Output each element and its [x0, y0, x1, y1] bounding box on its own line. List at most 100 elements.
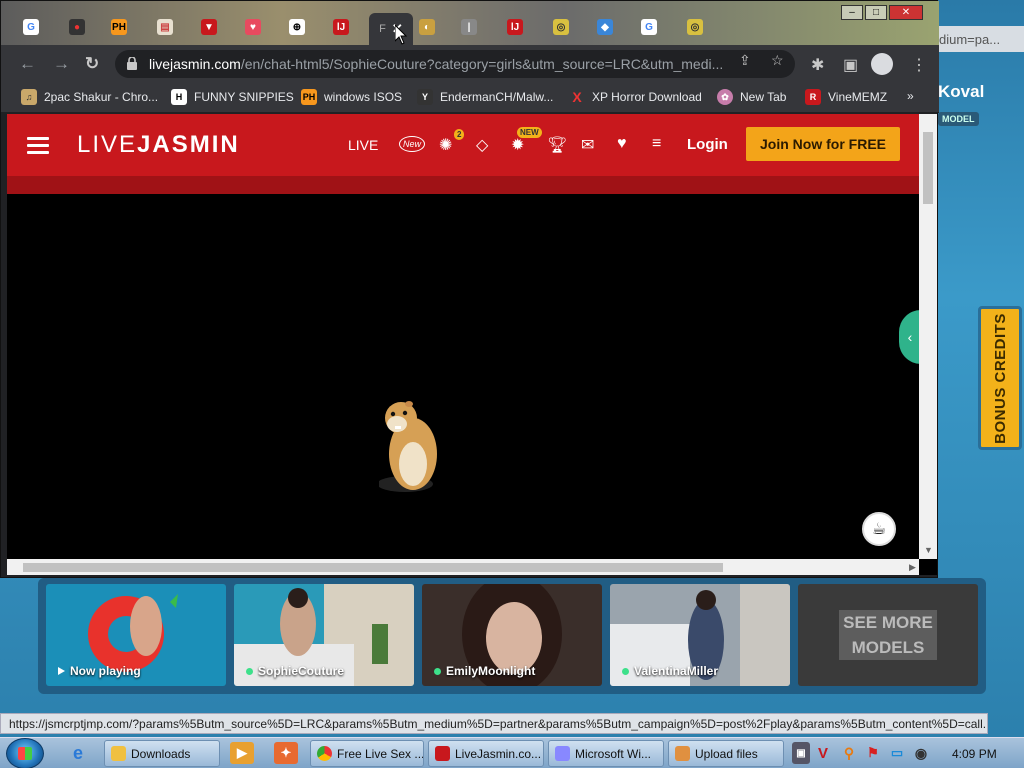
- video-player[interactable]: [7, 194, 905, 559]
- menu-dots-icon[interactable]: ⋮: [911, 55, 927, 75]
- tab-favicon-icon[interactable]: ▤: [157, 19, 173, 35]
- bonus-credits-tab[interactable]: BONUS CREDITS: [978, 306, 1022, 450]
- thumbnail-now-playing[interactable]: Now playing: [46, 584, 226, 686]
- windows-taskbar: e Downloads ▶ ✦ Free Live Sex ... LiveJa…: [0, 737, 1024, 768]
- bookmark-item[interactable]: R VineMEMZ: [805, 89, 887, 105]
- address-bar[interactable]: livejasmin.com/en/chat-html5/SophieCoutu…: [115, 50, 795, 78]
- url-host: livejasmin.com: [149, 56, 241, 72]
- minimize-button[interactable]: –: [841, 5, 863, 20]
- close-window-button[interactable]: ✕: [889, 5, 923, 20]
- taskbar-item-downloads[interactable]: Downloads: [104, 740, 220, 767]
- coins-icon[interactable]: ≡: [652, 135, 661, 153]
- ph-icon[interactable]: PH: [111, 19, 127, 35]
- tray-monitor-icon[interactable]: ▭: [888, 742, 906, 764]
- browser-toolbar: ← → ↻ livejasmin.com/en/chat-html5/Sophi…: [1, 45, 939, 83]
- google-icon[interactable]: G: [641, 19, 657, 35]
- url-path: /en/chat-html5/SophieCouture?category=gi…: [240, 56, 724, 72]
- reload-icon[interactable]: ↻: [85, 54, 99, 74]
- bookmark-item[interactable]: ✿ New Tab: [717, 89, 786, 105]
- livejasmin-icon[interactable]: lJ: [507, 19, 523, 35]
- scroll-down-icon[interactable]: ▼: [924, 545, 933, 555]
- tab-favicon-icon[interactable]: ◎: [687, 19, 703, 35]
- nav-live-link[interactable]: LIVE: [348, 137, 378, 153]
- photo-icon: ✿: [717, 89, 733, 105]
- thumbnail-label: ValentinaMiller: [634, 664, 719, 678]
- bookmark-label: EndermanCH/Malw...: [440, 90, 554, 104]
- mouse-cursor-icon: [395, 25, 407, 45]
- v-icon: R: [805, 89, 821, 105]
- login-link[interactable]: Login: [687, 136, 728, 153]
- bookmarks-overflow-button[interactable]: »: [907, 89, 914, 103]
- bookmark-item[interactable]: ♫ 2pac Shakur - Chro...: [21, 89, 158, 105]
- tab-strip: G ● PH ▤ ▼ ♥ ⊕ lJ F ✕ ◐ | lJ ◎ ◆ G ◎ – □…: [1, 1, 939, 45]
- star-icon[interactable]: ☆: [771, 52, 784, 69]
- bonus-credits-label: BONUS CREDITS: [991, 312, 1009, 444]
- shield-icon[interactable]: ▼: [201, 19, 217, 35]
- tab-favicon-icon[interactable]: |: [461, 19, 477, 35]
- hamburger-menu-icon[interactable]: [27, 137, 49, 154]
- internet-explorer-icon[interactable]: e: [66, 742, 90, 764]
- heart-icon[interactable]: ♥: [245, 19, 261, 35]
- bookmark-item[interactable]: H FUNNY SNIPPIES: [171, 89, 294, 105]
- taskbar-clock[interactable]: 4:09 PM: [952, 747, 997, 761]
- sidepanel-icon[interactable]: ▣: [843, 55, 858, 75]
- taskbar-item-chrome[interactable]: Free Live Sex ...: [310, 740, 424, 767]
- tray-volume-icon[interactable]: ◉: [912, 742, 930, 764]
- target-icon[interactable]: ⊕: [289, 19, 305, 35]
- prize-icon[interactable]: ✹: [511, 135, 524, 155]
- maximize-button[interactable]: □: [865, 5, 887, 20]
- new-badge: NEW: [517, 127, 542, 138]
- site-logo[interactable]: LIVEJASMIN: [77, 131, 240, 159]
- livejasmin-icon[interactable]: lJ: [333, 19, 349, 35]
- forward-arrow-icon[interactable]: →: [53, 54, 70, 74]
- profile-avatar-icon[interactable]: [871, 53, 893, 75]
- vertical-scrollbar[interactable]: ▼: [919, 114, 937, 559]
- tray-search-icon[interactable]: ⚲: [840, 742, 858, 764]
- taskbar-item-microsoft[interactable]: Microsoft Wi...: [548, 740, 664, 767]
- bookmark-item[interactable]: PH windows ISOS: [301, 89, 402, 105]
- tab-favicon-icon[interactable]: ◎: [553, 19, 569, 35]
- taskbar-item-upload-files[interactable]: Upload files: [668, 740, 784, 767]
- see-more-models-button[interactable]: SEE MORE MODELS: [798, 584, 978, 686]
- tab-favicon-icon[interactable]: ●: [69, 19, 85, 35]
- google-icon[interactable]: G: [23, 19, 39, 35]
- browser-window: G ● PH ▤ ▼ ♥ ⊕ lJ F ✕ ◐ | lJ ◎ ◆ G ◎ – □…: [0, 0, 939, 578]
- diamond-icon[interactable]: ◇: [476, 135, 488, 155]
- music-icon: ♫: [21, 89, 37, 105]
- join-now-button[interactable]: Join Now for FREE: [746, 127, 900, 161]
- thumbnail-emilymoonlight[interactable]: EmilyMoonlight: [422, 584, 602, 686]
- thumbnail-sophiecouture[interactable]: SophieCouture: [234, 584, 414, 686]
- settings-gear-icon[interactable]: ✺: [439, 135, 452, 155]
- thumbnail-valentinamiller[interactable]: ValentinaMiller: [610, 584, 790, 686]
- tab-favicon-icon[interactable]: ◐: [419, 19, 435, 35]
- ph-icon: PH: [301, 89, 317, 105]
- trophy-icon[interactable]: 🏆︎: [547, 135, 567, 155]
- hamster-image: [379, 401, 437, 492]
- nav-new-icon[interactable]: New: [399, 136, 426, 152]
- horizontal-scrollbar[interactable]: ▶: [7, 559, 919, 575]
- bookmark-label: windows ISOS: [324, 90, 403, 104]
- yp-icon: Y: [417, 89, 433, 105]
- app-icon[interactable]: ✦: [274, 742, 298, 764]
- mail-icon[interactable]: ✉: [581, 135, 594, 155]
- bookmarks-bar: ♫ 2pac Shakur - Chro... H FUNNY SNIPPIES…: [1, 83, 939, 113]
- bookmark-item[interactable]: Y EndermanCH/Malw...: [417, 89, 553, 105]
- upload-icon: [675, 746, 690, 761]
- back-arrow-icon[interactable]: ←: [19, 54, 36, 74]
- media-player-icon[interactable]: ▶: [230, 742, 254, 764]
- tray-flag-icon[interactable]: ⚑: [864, 742, 882, 764]
- start-button[interactable]: [6, 738, 44, 768]
- chat-bubble-icon[interactable]: ☕︎: [862, 512, 896, 546]
- shield-icon[interactable]: ◆: [597, 19, 613, 35]
- subheader-bar: [7, 176, 919, 194]
- tray-v-icon[interactable]: V: [814, 742, 832, 764]
- bookmark-item[interactable]: X XP Horror Download: [569, 89, 702, 105]
- taskbar-item-livejasmin[interactable]: LiveJasmin.co...: [428, 740, 544, 767]
- share-icon[interactable]: ⇪: [739, 52, 751, 69]
- heart-icon[interactable]: ♥: [617, 135, 627, 153]
- see-more-label: SEE MORE MODELS: [839, 610, 937, 660]
- link-status-bar: https://jsmcrptjmp.com/?params%5Butm_sou…: [0, 713, 988, 734]
- tray-network-icon[interactable]: ▣: [792, 742, 810, 764]
- scroll-right-icon[interactable]: ▶: [909, 562, 916, 573]
- extensions-icon[interactable]: ✱: [811, 55, 824, 75]
